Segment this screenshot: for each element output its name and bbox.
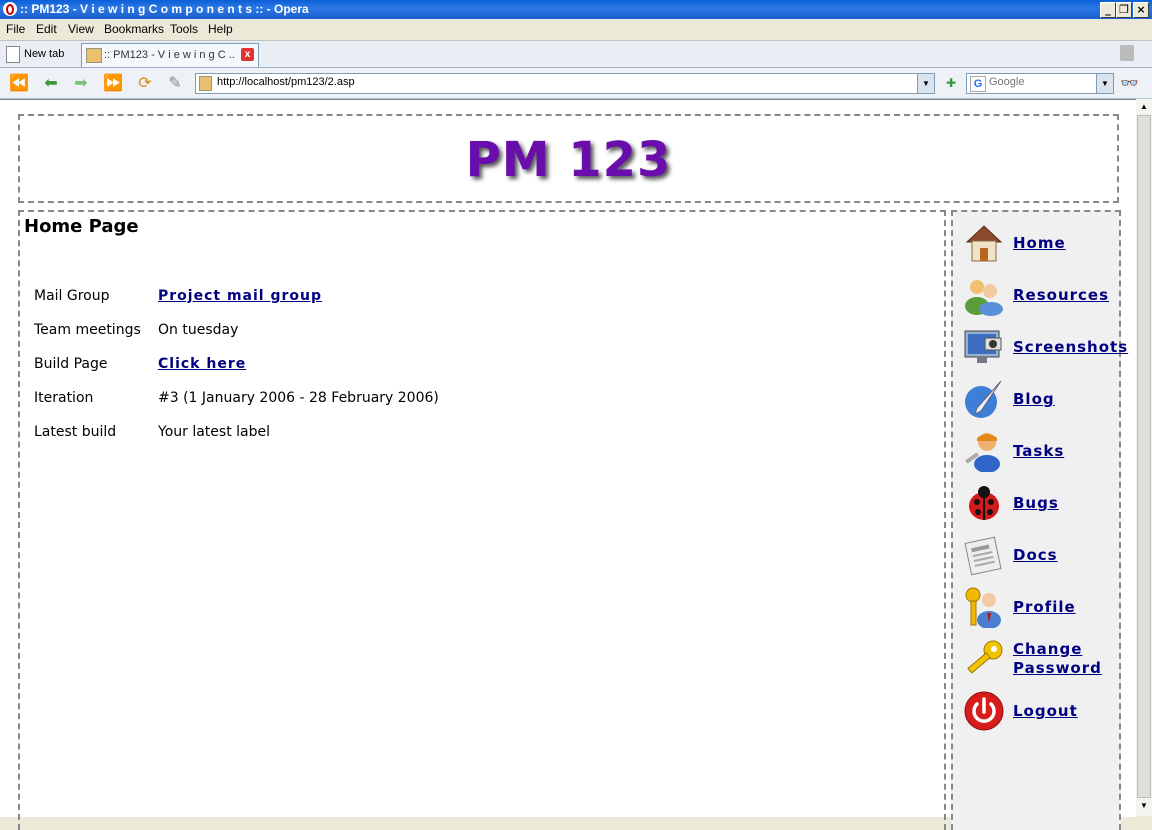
edit-pencil-icon[interactable]: ✎ bbox=[164, 73, 186, 93]
page-title: Home Page bbox=[24, 216, 139, 237]
house-icon bbox=[965, 225, 1003, 262]
scrollbar-thumb[interactable] bbox=[1137, 115, 1151, 798]
sidebar-item-label[interactable]: Change Password bbox=[1013, 640, 1123, 678]
menu-bar: File Edit View Bookmarks Tools Help bbox=[0, 19, 1152, 41]
site-title: PM 123 bbox=[465, 132, 672, 188]
sidebar-item-logout[interactable]: Logout bbox=[963, 690, 1123, 734]
bookmark-add-icon[interactable]: ✚ bbox=[940, 73, 962, 93]
back-arrow-icon[interactable]: ⬅ bbox=[40, 73, 62, 93]
main-content: Home Page Mail Group Project mail group … bbox=[18, 210, 946, 830]
rewind-icon[interactable]: ⏪ bbox=[8, 73, 30, 93]
site-header: PM 123 bbox=[18, 114, 1119, 203]
project-mail-group-link[interactable]: Project mail group bbox=[158, 288, 322, 304]
sidebar-item-label[interactable]: Blog bbox=[1013, 390, 1055, 409]
sidebar-item-label[interactable]: Tasks bbox=[1013, 442, 1064, 461]
sidebar-item-label[interactable]: Docs bbox=[1013, 546, 1058, 565]
fast-forward-icon[interactable]: ⏩ bbox=[102, 73, 124, 93]
sidebar-item-home[interactable]: Home bbox=[963, 222, 1123, 266]
tab-pm123-label: :: PM123 - V i e w i n g C ... bbox=[104, 49, 234, 61]
info-label: Mail Group bbox=[34, 288, 110, 304]
menu-bookmarks[interactable]: Bookmarks bbox=[104, 22, 164, 36]
address-page-icon bbox=[199, 76, 212, 91]
power-icon bbox=[964, 691, 1004, 731]
quill-globe-icon bbox=[965, 380, 1002, 418]
new-tab-label: New tab bbox=[24, 48, 65, 60]
opera-logo-icon bbox=[3, 2, 17, 16]
sidebar-item-screenshots[interactable]: Screenshots bbox=[963, 326, 1127, 370]
info-label: Iteration bbox=[34, 390, 94, 406]
minimize-button[interactable]: _ bbox=[1100, 2, 1116, 18]
page-viewport: PM 123 Home Page Mail Group Project mail… bbox=[0, 99, 1136, 830]
restore-button[interactable]: ❐ bbox=[1116, 2, 1132, 18]
sidebar-item-label[interactable]: Profile bbox=[1013, 598, 1076, 617]
search-box[interactable]: G ▼ bbox=[966, 73, 1114, 94]
new-tab-button[interactable]: New tab bbox=[6, 43, 64, 65]
sidebar-item-profile[interactable]: Profile bbox=[963, 586, 1123, 630]
close-window-button[interactable]: × bbox=[1133, 2, 1149, 18]
sidebar-item-blog[interactable]: Blog bbox=[963, 378, 1123, 422]
forward-arrow-icon[interactable]: ➡ bbox=[70, 73, 92, 93]
tab-bar: New tab :: PM123 - V i e w i n g C ... x bbox=[0, 41, 1152, 68]
ladybug-icon bbox=[969, 486, 999, 520]
search-input[interactable] bbox=[987, 75, 1091, 89]
monitor-camera-icon bbox=[964, 330, 1002, 363]
sidebar: Home Resources Screenshots Blog Tasks Bu… bbox=[951, 210, 1127, 830]
worker-icon bbox=[965, 433, 1000, 472]
vertical-scrollbar[interactable]: ▲ ▼ bbox=[1136, 99, 1152, 816]
google-icon[interactable]: G bbox=[970, 76, 986, 92]
info-value: On tuesday bbox=[158, 322, 239, 338]
address-url[interactable]: http://localhost/pm123/2.asp bbox=[217, 76, 355, 88]
info-label: Team meetings bbox=[34, 322, 141, 338]
info-label: Build Page bbox=[34, 356, 108, 372]
scroll-down-icon[interactable]: ▼ bbox=[1137, 799, 1151, 813]
navigation-bar: ⏪ ⬅ ➡ ⏩ ⟳ ✎ http://localhost/pm123/2.asp… bbox=[0, 68, 1152, 99]
menu-file[interactable]: File bbox=[6, 22, 25, 36]
key-icon bbox=[967, 640, 1003, 674]
scroll-up-icon[interactable]: ▲ bbox=[1137, 100, 1151, 114]
glasses-icon[interactable]: 👓 bbox=[1120, 74, 1139, 92]
sidebar-item-resources[interactable]: Resources bbox=[963, 274, 1123, 318]
sidebar-item-label[interactable]: Screenshots bbox=[1013, 338, 1128, 357]
people-icon bbox=[965, 280, 1003, 316]
chevron-down-icon[interactable]: ▼ bbox=[917, 74, 934, 93]
sidebar-item-change-password[interactable]: Change Password bbox=[963, 638, 1123, 690]
search-chevron-down-icon[interactable]: ▼ bbox=[1096, 74, 1113, 93]
tab-pm123[interactable]: :: PM123 - V i e w i n g C ... x bbox=[81, 43, 259, 67]
reload-icon[interactable]: ⟳ bbox=[134, 73, 156, 93]
page-favicon-icon bbox=[86, 48, 102, 63]
sidebar-item-bugs[interactable]: Bugs bbox=[963, 482, 1123, 526]
window-titlebar[interactable]: :: PM123 - V i e w i n g C o m p o n e n… bbox=[0, 0, 1152, 19]
sidebar-item-tasks[interactable]: Tasks bbox=[963, 430, 1123, 474]
menu-view[interactable]: View bbox=[68, 22, 94, 36]
info-value: Your latest label bbox=[158, 424, 270, 440]
sidebar-item-label[interactable]: Home bbox=[1013, 234, 1066, 253]
info-value: #3 (1 January 2006 - 28 February 2006) bbox=[158, 390, 439, 406]
window-title: :: PM123 - V i e w i n g C o m p o n e n… bbox=[20, 2, 309, 16]
menu-edit[interactable]: Edit bbox=[36, 22, 57, 36]
close-tab-icon[interactable]: x bbox=[241, 48, 254, 61]
trash-icon[interactable] bbox=[1120, 45, 1134, 61]
menu-help[interactable]: Help bbox=[208, 22, 233, 36]
newspaper-icon bbox=[964, 536, 1002, 576]
profile-key-icon bbox=[965, 587, 1001, 628]
address-bar[interactable]: http://localhost/pm123/2.asp ▼ bbox=[195, 73, 935, 94]
build-page-link[interactable]: Click here bbox=[158, 356, 246, 372]
new-document-icon bbox=[6, 45, 20, 63]
menu-tools[interactable]: Tools bbox=[170, 22, 198, 36]
sidebar-item-docs[interactable]: Docs bbox=[963, 534, 1123, 578]
sidebar-item-label[interactable]: Bugs bbox=[1013, 494, 1059, 513]
sidebar-item-label[interactable]: Resources bbox=[1013, 286, 1109, 305]
info-label: Latest build bbox=[34, 424, 117, 440]
sidebar-item-label[interactable]: Logout bbox=[1013, 702, 1078, 721]
